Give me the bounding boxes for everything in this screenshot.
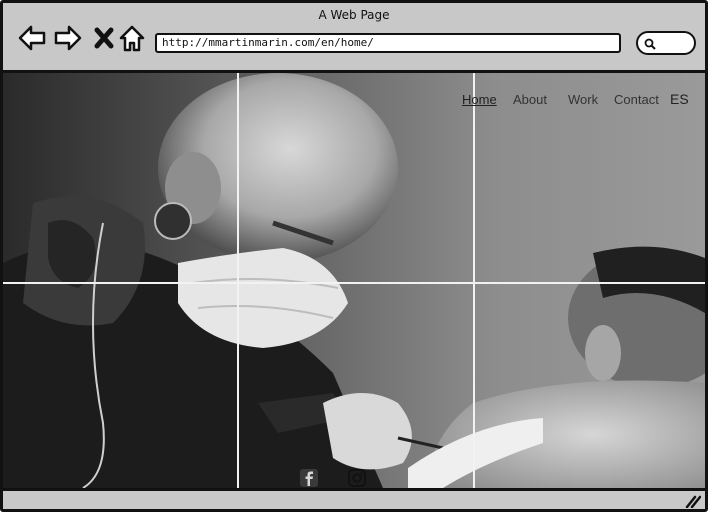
- grid-line-vertical-1: [237, 73, 239, 488]
- resize-grip-icon[interactable]: [685, 494, 701, 508]
- home-icon[interactable]: [117, 23, 147, 53]
- back-arrow-icon[interactable]: [17, 23, 47, 53]
- forward-arrow-icon[interactable]: [53, 23, 83, 53]
- browser-window: A Web Page http://mmartinmarin.com/en/ho…: [0, 0, 708, 512]
- grid-line-horizontal-1: [3, 282, 705, 284]
- nav-about-link[interactable]: About: [513, 92, 547, 107]
- address-bar[interactable]: http://mmartinmarin.com/en/home/: [155, 33, 621, 53]
- grid-line-vertical-2: [473, 73, 475, 488]
- page-viewport: Home About Work Contact ES: [3, 73, 705, 488]
- instagram-icon[interactable]: [347, 468, 367, 488]
- search-field[interactable]: [636, 31, 696, 55]
- nav-contact-link[interactable]: Contact: [614, 92, 659, 107]
- nav-work-link[interactable]: Work: [568, 92, 598, 107]
- search-icon: [644, 38, 656, 50]
- status-bar: [3, 488, 705, 509]
- window-title: A Web Page: [318, 8, 390, 22]
- close-x-icon[interactable]: [89, 23, 119, 53]
- nav-home-link[interactable]: Home: [462, 92, 497, 107]
- browser-toolbar: A Web Page http://mmartinmarin.com/en/ho…: [3, 3, 705, 73]
- language-switch[interactable]: ES: [670, 91, 689, 107]
- facebook-icon[interactable]: [299, 468, 319, 488]
- hero-photo: [3, 73, 705, 488]
